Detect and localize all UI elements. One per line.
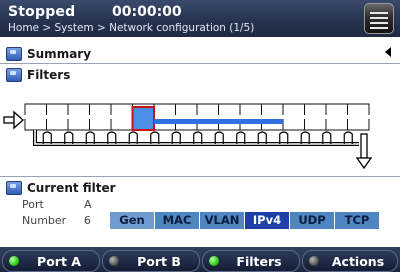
status-led-icon xyxy=(309,256,319,266)
divider xyxy=(0,176,400,177)
section-icon xyxy=(6,47,22,61)
filter-chain-diagram xyxy=(3,103,373,170)
status-led-icon xyxy=(9,256,19,266)
number-label: Number xyxy=(22,214,67,227)
actions-label: Actions xyxy=(331,253,385,269)
selected-filter-highlight[interactable] xyxy=(131,106,155,131)
actions-button[interactable]: Actions xyxy=(302,250,398,272)
tab-vlan[interactable]: VLAN xyxy=(200,212,244,229)
port-a-label: Port A xyxy=(37,253,81,269)
filter-bus xyxy=(22,115,372,119)
current-filter-title: Current filter xyxy=(27,181,116,195)
tab-ipv4[interactable]: IPv4 xyxy=(245,212,289,229)
filter-path-bar xyxy=(154,119,283,124)
filters-button[interactable]: Filters xyxy=(202,250,300,272)
number-value: 6 xyxy=(84,214,91,227)
port-b-button[interactable]: Port B xyxy=(102,250,200,272)
divider xyxy=(0,63,400,64)
filter-tabs: Gen MAC VLAN IPv4 UDP TCP xyxy=(110,212,380,229)
port-value: A xyxy=(84,198,92,211)
current-filter-section-header: Current filter xyxy=(6,179,116,197)
title-bar: Stopped 00:00:00 Home > System > Network… xyxy=(0,0,400,37)
section-icon xyxy=(6,68,22,82)
loop-connectors xyxy=(33,130,359,146)
run-status: Stopped xyxy=(8,4,76,20)
tab-mac[interactable]: MAC xyxy=(155,212,199,229)
port-label: Port xyxy=(22,198,44,211)
status-led-icon xyxy=(109,256,119,266)
device-icon[interactable] xyxy=(364,3,394,34)
port-a-button[interactable]: Port A xyxy=(2,250,100,272)
filters-section-header: Filters xyxy=(6,66,70,84)
output-arrow-icon xyxy=(355,133,373,170)
port-b-label: Port B xyxy=(137,253,181,269)
tab-gen[interactable]: Gen xyxy=(110,212,154,229)
filters-title: Filters xyxy=(27,68,71,82)
summary-title: Summary xyxy=(27,47,92,61)
filters-label: Filters xyxy=(236,253,282,269)
section-icon xyxy=(6,181,22,195)
status-led-icon xyxy=(209,256,219,266)
filter-grid[interactable] xyxy=(22,103,372,131)
breadcrumb[interactable]: Home > System > Network configuration (1… xyxy=(8,22,254,34)
summary-section-header[interactable]: Summary xyxy=(6,45,91,63)
tab-tcp[interactable]: TCP xyxy=(335,212,379,229)
elapsed-timer: 00:00:00 xyxy=(112,4,182,20)
collapse-arrow-icon[interactable] xyxy=(385,47,391,57)
input-arrow-icon xyxy=(3,110,24,130)
tab-udp[interactable]: UDP xyxy=(290,212,334,229)
